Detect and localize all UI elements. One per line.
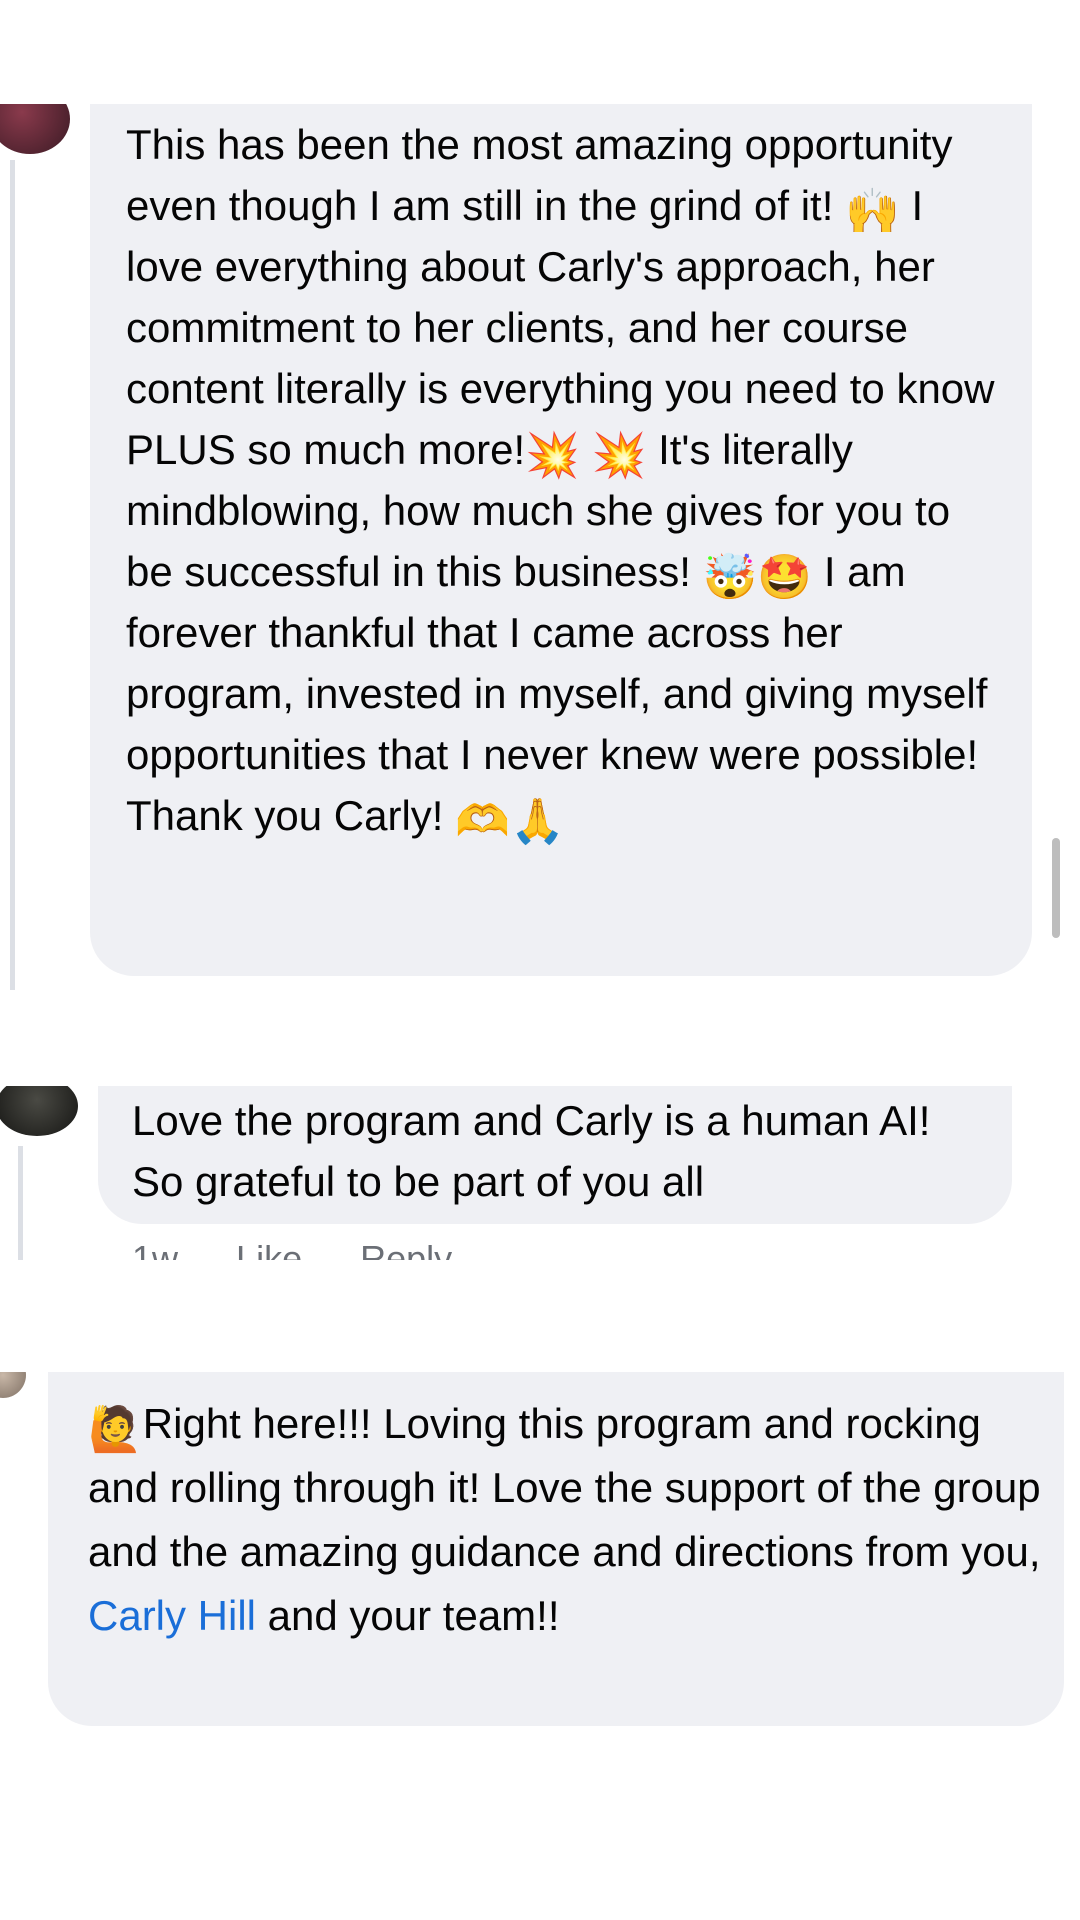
scrollbar[interactable] bbox=[1052, 838, 1060, 938]
comment-text-run: and your team!! bbox=[256, 1592, 560, 1639]
heart-hands-icon: 🫶 bbox=[455, 796, 510, 847]
collision-icon: 💥 bbox=[591, 430, 647, 481]
comment-text-run: Right here!!! Loving this program and ro… bbox=[88, 1400, 1041, 1575]
raising-hands-icon: 🙌 bbox=[845, 186, 900, 237]
comment-bubble: This has been the most amazing opportuni… bbox=[90, 104, 1032, 976]
folded-hands-icon: 🙏 bbox=[509, 796, 565, 847]
collision-icon: 💥 bbox=[525, 430, 580, 481]
comment-text-run bbox=[580, 426, 592, 473]
reply-button[interactable]: Reply bbox=[360, 1238, 452, 1260]
commenter-avatar[interactable] bbox=[0, 1086, 78, 1136]
mention-link[interactable]: Carly Hill bbox=[88, 1592, 256, 1639]
thread-line bbox=[10, 160, 15, 990]
like-button[interactable]: Like bbox=[236, 1238, 302, 1260]
thread-line bbox=[18, 1146, 23, 1260]
comment-text-run: This has been the most amazing opportuni… bbox=[126, 121, 953, 229]
comment-text-run: Love the program and Carly is a human AI… bbox=[132, 1097, 931, 1205]
commenter-avatar[interactable] bbox=[0, 104, 70, 154]
exploding-head-icon: 🤯 bbox=[702, 552, 758, 603]
comment-text: 🙋Right here!!! Loving this program and r… bbox=[88, 1400, 1041, 1639]
comment-bubble: Love the program and Carly is a human AI… bbox=[98, 1086, 1012, 1224]
comment-card-1: This has been the most amazing opportuni… bbox=[0, 104, 1080, 990]
comment-card-2: Love the program and Carly is a human AI… bbox=[0, 1086, 1080, 1260]
comment-text: Love the program and Carly is a human AI… bbox=[132, 1097, 930, 1205]
comment-actions: 1w Like Reply bbox=[132, 1238, 500, 1260]
comment-bubble: 🙋Right here!!! Loving this program and r… bbox=[48, 1372, 1064, 1726]
comment-card-3: 🙋Right here!!! Loving this program and r… bbox=[0, 1372, 1080, 1732]
comment-text: This has been the most amazing opportuni… bbox=[126, 121, 995, 844]
timestamp: 1w bbox=[132, 1238, 179, 1260]
star-struck-icon: 🤩 bbox=[757, 552, 813, 603]
raising-hand-icon: 🙋 bbox=[88, 1404, 143, 1455]
commenter-avatar[interactable] bbox=[0, 1372, 26, 1398]
